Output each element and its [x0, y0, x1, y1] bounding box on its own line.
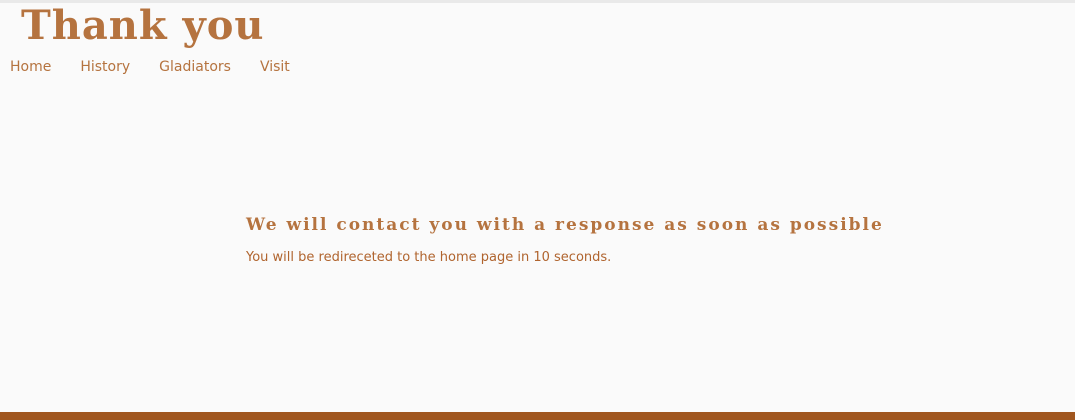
main-nav: Home History Gladiators Visit — [10, 57, 290, 77]
nav-item-visit[interactable]: Visit — [260, 57, 290, 77]
redirect-notice: You will be redireceted to the home page… — [246, 250, 612, 265]
nav-item-gladiators[interactable]: Gladiators — [159, 57, 231, 77]
confirmation-heading: We will contact you with a response as s… — [246, 215, 884, 235]
page-title: Thank you — [21, 2, 265, 49]
nav-item-home[interactable]: Home — [10, 57, 51, 77]
footer-bar — [0, 412, 1075, 420]
nav-item-history[interactable]: History — [80, 57, 130, 77]
